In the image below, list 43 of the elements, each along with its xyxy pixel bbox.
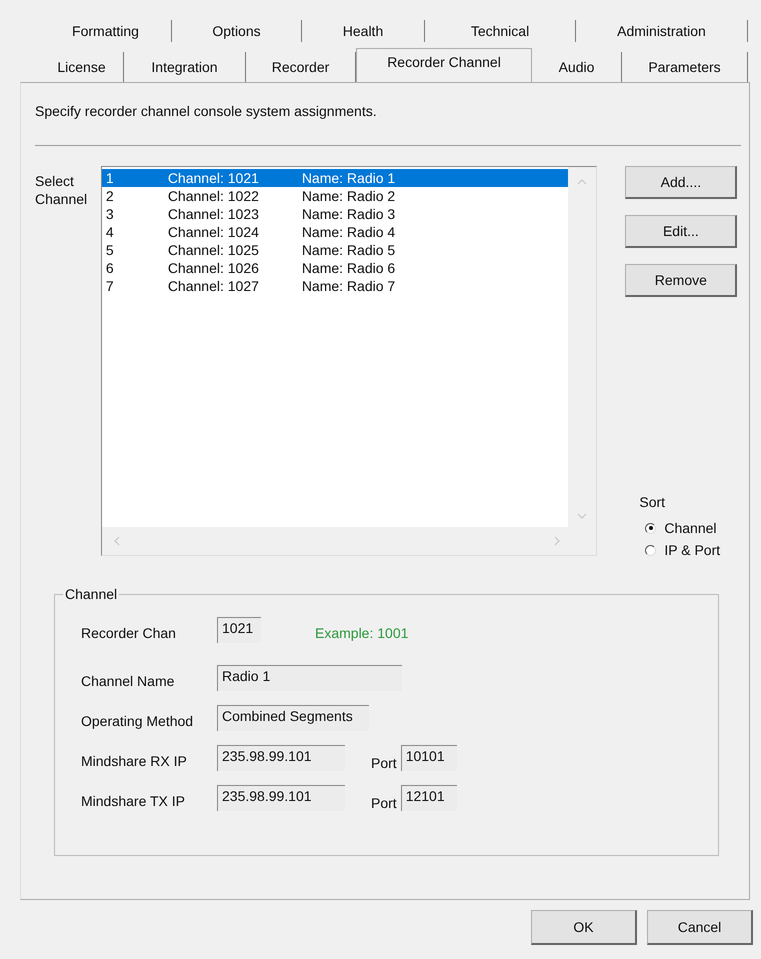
port-label: Port xyxy=(371,755,397,771)
input-field[interactable]: 235.98.99.101 xyxy=(217,745,345,771)
input-field[interactable]: 12101 xyxy=(400,785,457,811)
tab[interactable]: Recorder Channel xyxy=(356,48,532,82)
channel-list-item[interactable]: 5 Channel: 1025 Name: Radio 5 xyxy=(102,241,568,259)
field-label: Mindshare RX IP xyxy=(81,753,188,771)
dialog-button[interactable]: OK xyxy=(531,910,637,945)
channel-list-item[interactable]: 3 Channel: 1023 Name: Radio 3 xyxy=(102,205,568,223)
action-button[interactable]: Remove xyxy=(625,264,738,297)
channel-list-item[interactable]: 4 Channel: 1024 Name: Radio 4 xyxy=(102,223,568,241)
input-field[interactable]: 1021 xyxy=(217,617,261,643)
description-text: Specify recorder channel console system assignments. xyxy=(35,103,378,121)
radio-label[interactable]: Channel xyxy=(664,520,717,536)
channel-list-item[interactable]: 6 Channel: 1026 Name: Radio 6 xyxy=(102,259,568,277)
radio-label[interactable]: IP & Port xyxy=(664,542,720,558)
horizontal-scrollbar[interactable] xyxy=(102,527,596,555)
field-label: Operating Method xyxy=(81,713,194,731)
channel-list-item[interactable]: 7 Channel: 1027 Name: Radio 7 xyxy=(102,277,568,295)
example-hint: Example: 1001 xyxy=(315,625,408,643)
scroll-down-icon[interactable] xyxy=(577,513,588,519)
radio-button[interactable] xyxy=(645,522,656,534)
input-field[interactable]: 10101 xyxy=(400,745,457,771)
action-button[interactable]: Edit... xyxy=(625,215,738,248)
channel-list[interactable] xyxy=(100,166,598,556)
input-field[interactable]: Radio 1 xyxy=(217,665,402,691)
scroll-right-icon[interactable] xyxy=(554,536,560,546)
port-label: Port xyxy=(371,795,397,811)
scroll-up-icon[interactable] xyxy=(577,179,588,185)
radio-button[interactable] xyxy=(645,544,656,556)
select-channel-label: Select Channel xyxy=(35,172,88,209)
input-field[interactable]: 235.98.99.101 xyxy=(217,785,345,811)
channel-list-item[interactable]: 1 Channel: 1021 Name: Radio 1 xyxy=(102,169,568,187)
sort-label: Sort xyxy=(639,494,666,510)
field-label: Recorder Chan xyxy=(81,625,177,643)
field-label: Mindshare TX IP xyxy=(81,793,186,811)
scroll-left-icon[interactable] xyxy=(114,536,120,546)
input-field[interactable]: Combined Segments xyxy=(217,705,369,731)
dialog-button[interactable]: Cancel xyxy=(647,910,753,945)
action-button[interactable]: Add.... xyxy=(625,166,738,199)
group-title: Channel xyxy=(63,586,120,602)
channel-list-item[interactable]: 2 Channel: 1022 Name: Radio 2 xyxy=(102,187,568,205)
field-label: Channel Name xyxy=(81,673,176,691)
vertical-scrollbar[interactable] xyxy=(568,167,596,527)
